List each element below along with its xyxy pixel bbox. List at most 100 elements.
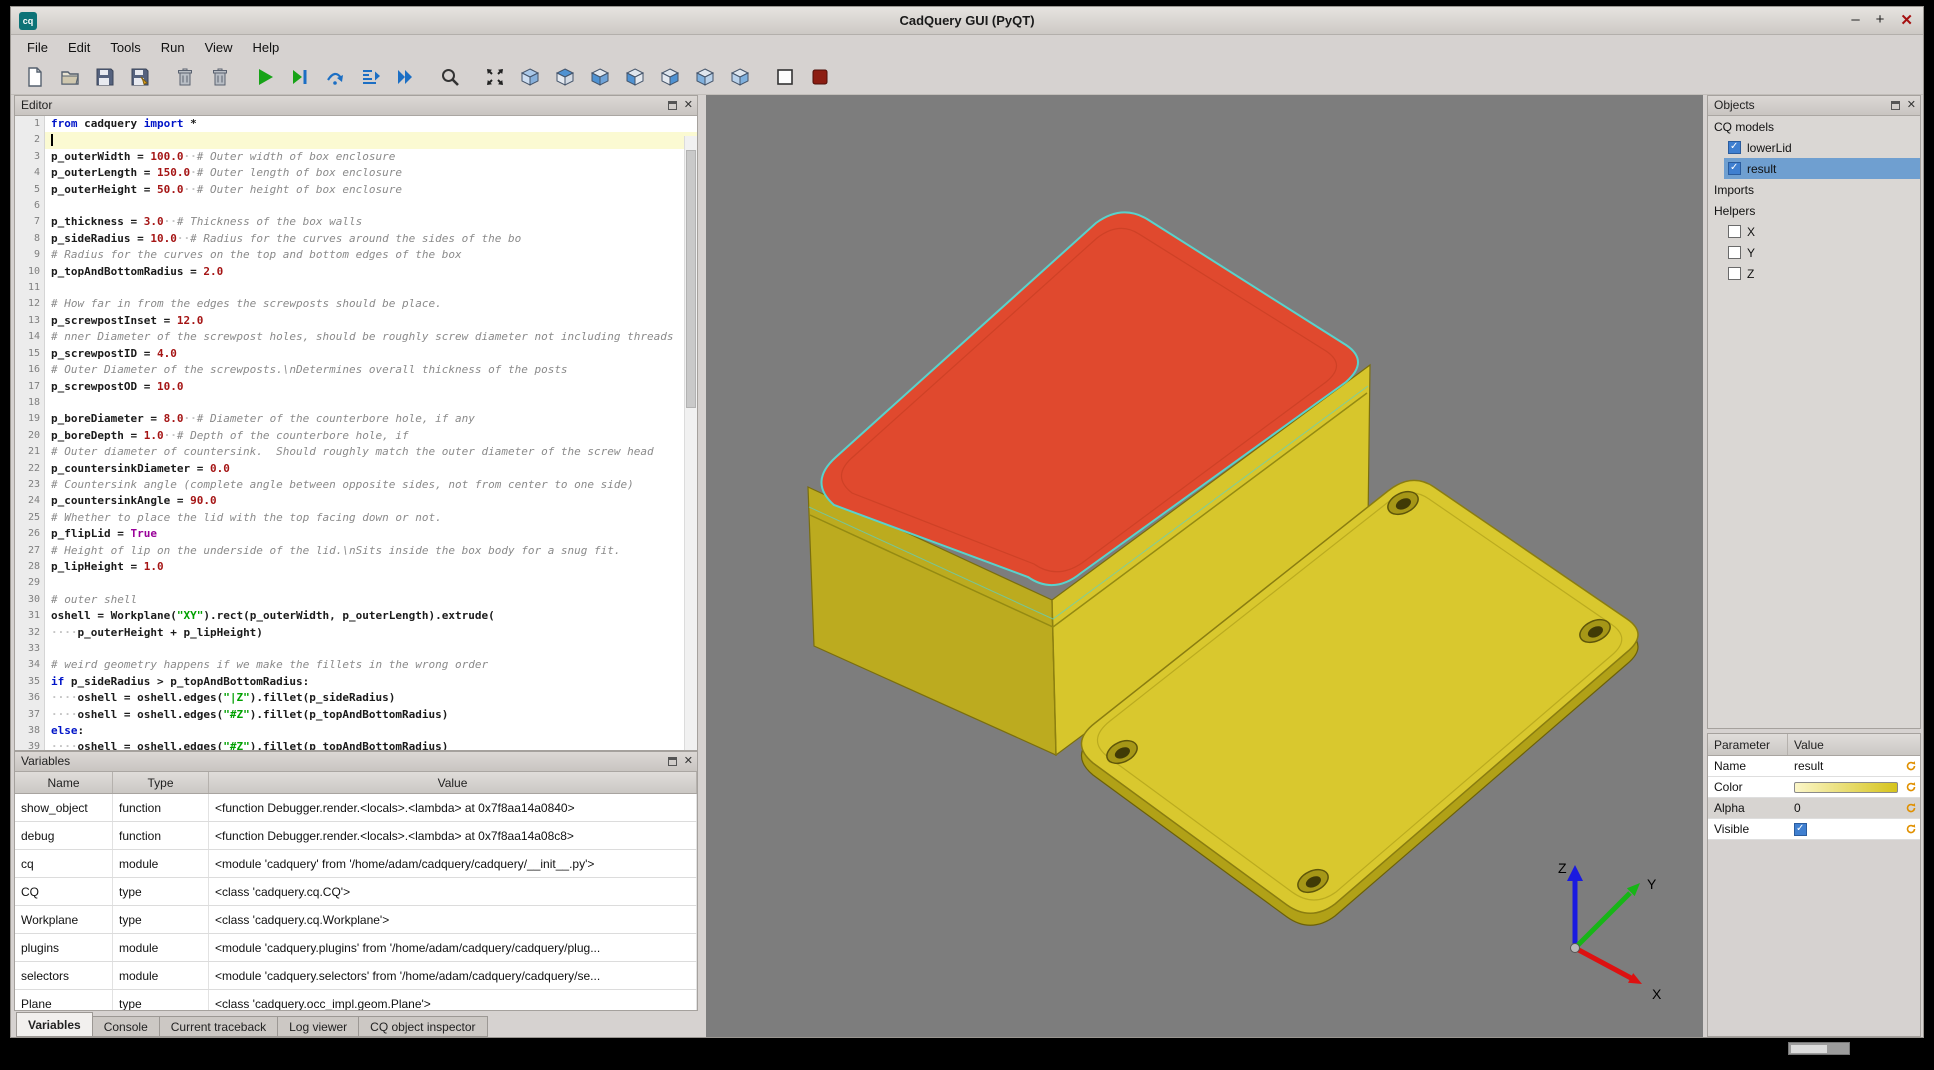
objects-item-imports[interactable]: Imports [1708, 179, 1920, 200]
dock-float-icon[interactable] [668, 101, 677, 110]
variable-row[interactable]: debugfunction<function Debugger.render.<… [15, 822, 697, 850]
bottom-right-scrollbar[interactable] [1788, 1042, 1850, 1055]
code-line [51, 395, 697, 411]
debug-button[interactable] [286, 63, 314, 91]
objects-item-helpers[interactable]: Helpers [1708, 200, 1920, 221]
variable-row[interactable]: cqmodule<module 'cadquery' from '/home/a… [15, 850, 697, 878]
tab-console[interactable]: Console [93, 1016, 160, 1037]
menu-item-help[interactable]: Help [243, 38, 290, 57]
parameter-value[interactable]: result [1788, 759, 1902, 773]
view-iso-button[interactable] [516, 63, 544, 91]
dock-float-icon[interactable] [668, 757, 677, 766]
dock-close-icon[interactable]: ✕ [684, 100, 693, 111]
reset-icon[interactable] [1902, 781, 1920, 793]
tab-cq-object-inspector[interactable]: CQ object inspector [359, 1016, 487, 1037]
variables-header-type: Type [113, 772, 209, 793]
save-as-button[interactable] [126, 63, 154, 91]
bottom-right-scrollbar-thumb[interactable] [1791, 1045, 1827, 1053]
editor-body[interactable]: 1234567891011121314151617181920212223242… [15, 116, 697, 750]
view-left-button[interactable] [621, 63, 649, 91]
code-line: else: [51, 723, 697, 739]
editor-scrollbar-thumb[interactable] [686, 150, 696, 408]
dock-close-icon[interactable]: ✕ [1907, 100, 1916, 111]
step-into-icon [359, 66, 381, 88]
y-checkbox[interactable] [1728, 246, 1741, 259]
parameter-name: Color [1708, 780, 1788, 794]
variable-row[interactable]: show_objectfunction<function Debugger.re… [15, 794, 697, 822]
dock-float-icon[interactable] [1891, 101, 1900, 110]
maximize-button[interactable]: + [1876, 11, 1885, 29]
view-right-button[interactable] [656, 63, 684, 91]
step-into-button[interactable] [356, 63, 384, 91]
result-checkbox[interactable] [1728, 162, 1741, 175]
reset-icon[interactable] [1902, 823, 1920, 835]
objects-item-result[interactable]: result [1724, 158, 1920, 179]
variable-row[interactable]: Planetype<class 'cadquery.occ_impl.geom.… [15, 990, 697, 1010]
variables-header-name: Name [15, 772, 113, 793]
minimize-button[interactable]: – [1851, 11, 1859, 29]
parameter-row-color: Color [1708, 777, 1920, 798]
variable-row[interactable]: CQtype<class 'cadquery.cq.CQ'> [15, 878, 697, 906]
open-file-button[interactable] [56, 63, 84, 91]
variable-cell: <function Debugger.render.<locals>.<lamb… [209, 794, 697, 821]
3d-viewport[interactable]: Z Y X [706, 95, 1703, 1037]
line-number: 6 [15, 198, 40, 214]
reset-icon[interactable] [1902, 802, 1920, 814]
view-front-button[interactable] [691, 63, 719, 91]
parameter-value[interactable]: 0 [1788, 801, 1902, 815]
code-line: # Radius for the curves on the top and b… [51, 247, 697, 263]
menu-item-file[interactable]: File [17, 38, 58, 57]
window-title: CadQuery GUI (PyQT) [11, 13, 1923, 28]
menu-item-edit[interactable]: Edit [58, 38, 100, 57]
close-button[interactable]: ✕ [1900, 11, 1913, 29]
objects-item-label: X [1747, 225, 1755, 239]
save-button[interactable] [91, 63, 119, 91]
parameter-value[interactable] [1788, 823, 1902, 836]
tab-log-viewer[interactable]: Log viewer [278, 1016, 359, 1037]
line-number: 3 [15, 149, 40, 165]
objects-item-x[interactable]: X [1724, 221, 1920, 242]
dock-close-icon[interactable]: ✕ [684, 756, 693, 767]
variable-row[interactable]: pluginsmodule<module 'cadquery.plugins' … [15, 934, 697, 962]
parameter-value[interactable] [1788, 782, 1902, 793]
view-back-button[interactable] [726, 63, 754, 91]
step-over-button[interactable] [321, 63, 349, 91]
reset-icon[interactable] [1902, 760, 1920, 772]
objects-tree: CQ modelslowerLidresultImportsHelpers XYZ [1708, 116, 1920, 728]
delete-button[interactable] [206, 63, 234, 91]
zoom-to-fit-button[interactable] [436, 63, 464, 91]
visible-checkbox[interactable] [1794, 823, 1807, 836]
editor-scrollbar[interactable] [684, 136, 697, 750]
continue-button[interactable] [391, 63, 419, 91]
red-square-button[interactable] [806, 63, 834, 91]
square-outline-icon [774, 66, 796, 88]
title-bar[interactable]: cq CadQuery GUI (PyQT) – + ✕ [11, 7, 1923, 35]
objects-item-lowerlid[interactable]: lowerLid [1724, 137, 1920, 158]
code-line: p_screwpostInset = 12.0 [51, 313, 697, 329]
square-outline-button[interactable] [771, 63, 799, 91]
tab-variables[interactable]: Variables [16, 1012, 93, 1037]
new-file-button[interactable] [21, 63, 49, 91]
lowerlid-checkbox[interactable] [1728, 141, 1741, 154]
z-checkbox[interactable] [1728, 267, 1741, 280]
tab-current-traceback[interactable]: Current traceback [160, 1016, 278, 1037]
line-number: 32 [15, 625, 40, 641]
variable-row[interactable]: selectorsmodule<module 'cadquery.selecto… [15, 962, 697, 990]
fit-all-button[interactable] [481, 63, 509, 91]
variable-row[interactable]: Workplanetype<class 'cadquery.cq.Workpla… [15, 906, 697, 934]
color-swatch[interactable] [1794, 782, 1898, 793]
menu-item-view[interactable]: View [195, 38, 243, 57]
clear-button[interactable] [171, 63, 199, 91]
objects-item-cq-models[interactable]: CQ models [1708, 116, 1920, 137]
objects-item-z[interactable]: Z [1724, 263, 1920, 284]
menu-item-tools[interactable]: Tools [100, 38, 150, 57]
view-bottom-button[interactable] [586, 63, 614, 91]
menu-item-run[interactable]: Run [151, 38, 195, 57]
x-checkbox[interactable] [1728, 225, 1741, 238]
view-top-button[interactable] [551, 63, 579, 91]
delete-icon [209, 66, 231, 88]
editor-code[interactable]: from cadquery import *p_outerWidth = 100… [45, 116, 697, 750]
render-button[interactable] [251, 63, 279, 91]
objects-item-y[interactable]: Y [1724, 242, 1920, 263]
code-line [51, 280, 697, 296]
